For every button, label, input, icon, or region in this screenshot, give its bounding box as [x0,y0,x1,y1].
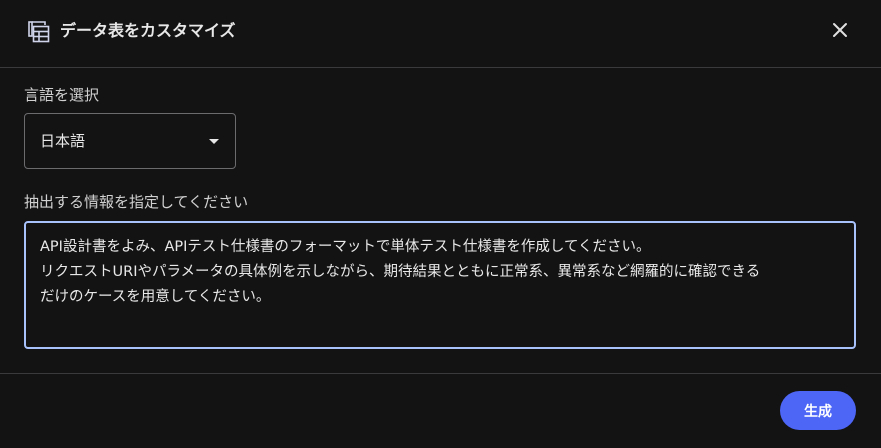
footer-divider [0,373,881,374]
language-label: 言語を選択 [24,86,100,104]
language-select[interactable]: 日本語 [24,113,236,169]
customize-data-table-dialog: データ表をカスタマイズ 言語を選択 日本語 抽出する情報を指定してください AP… [0,0,881,448]
dialog-header: データ表をカスタマイズ [0,0,881,68]
language-select-value: 日本語 [40,132,86,150]
generate-button[interactable]: 生成 [780,391,856,430]
extraction-label: 抽出する情報を指定してください [24,193,249,211]
close-icon [832,22,848,42]
dialog-title: データ表をカスタマイズ [60,21,236,40]
dropdown-arrow-icon [209,139,219,144]
close-button[interactable] [826,18,854,46]
extraction-textarea[interactable]: API設計書をよみ、APIテスト仕様書のフォーマットで単体テスト仕様書を作成して… [24,221,856,349]
table-view-icon [28,21,50,43]
